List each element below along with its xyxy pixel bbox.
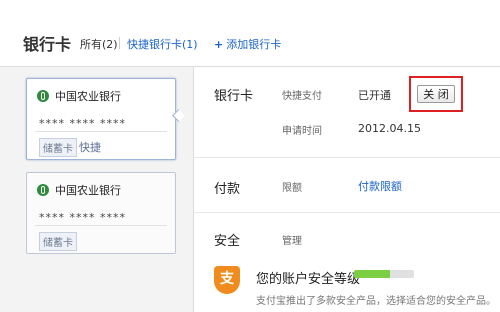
quick-pay-status: 已开通 xyxy=(358,89,391,102)
quick-pay-badge: 快捷 xyxy=(79,141,101,154)
bank-card-item[interactable]: 中国农业银行 **** **** **** 储蓄卡 快捷 xyxy=(26,78,176,160)
security-level-description: 支付宝推出了多款安全产品，选择适合您的安全产品。 xyxy=(256,296,496,307)
card-number: **** **** **** xyxy=(39,117,126,130)
plus-icon: + xyxy=(214,38,224,51)
header-bar: 银行卡 所有(2) 快捷银行卡(1) + 添加银行卡 xyxy=(0,0,500,67)
bank-logo-icon xyxy=(37,90,49,102)
security-level-row: 支 您的账户安全等级 支付宝推出了多款安全产品，选择适合您的安全产品。 xyxy=(214,264,496,312)
bank-header: 中国农业银行 xyxy=(37,88,121,104)
apply-time-label: 申请时间 xyxy=(282,126,322,137)
bank-name: 中国农业银行 xyxy=(55,184,121,197)
tab-divider xyxy=(119,37,120,49)
section-divider xyxy=(194,212,500,213)
card-details-panel: 银行卡 快捷支付 已开通 关 闭 申请时间 2012.04.15 付款 限额 付… xyxy=(193,67,500,312)
page-title: 银行卡 xyxy=(23,35,72,54)
security-level-fill xyxy=(354,270,390,278)
bank-header: 中国农业银行 xyxy=(37,182,121,198)
manage-label: 管理 xyxy=(282,236,302,247)
card-divider xyxy=(35,225,167,226)
add-bank-card-link[interactable]: + 添加银行卡 xyxy=(214,36,281,52)
tab-all-cards[interactable]: 所有(2) xyxy=(80,36,118,52)
card-divider xyxy=(35,131,167,132)
security-level-title: 您的账户安全等级 xyxy=(256,272,361,287)
card-number: **** **** **** xyxy=(39,211,126,224)
close-button-highlight: 关 闭 xyxy=(409,76,463,112)
card-type-badge: 储蓄卡 xyxy=(39,138,77,157)
limit-label: 限额 xyxy=(282,183,302,194)
bank-card-item[interactable]: 中国农业银行 **** **** **** 储蓄卡 xyxy=(26,172,176,254)
security-shield-icon: 支 xyxy=(214,266,240,294)
security-level-bar xyxy=(354,270,414,278)
section-title-security: 安全 xyxy=(214,234,241,249)
payment-limit-link[interactable]: 付款限额 xyxy=(358,178,402,194)
quick-pay-label: 快捷支付 xyxy=(282,91,322,102)
tab-quick-cards[interactable]: 快捷银行卡(1) xyxy=(127,36,198,52)
section-title-payment: 付款 xyxy=(214,182,241,197)
bank-name: 中国农业银行 xyxy=(55,90,121,103)
section-title-bank-card: 银行卡 xyxy=(214,89,254,104)
bank-logo-icon xyxy=(37,184,49,196)
apply-time-value: 2012.04.15 xyxy=(358,122,421,135)
close-quick-pay-button[interactable]: 关 闭 xyxy=(417,85,455,103)
section-divider xyxy=(194,157,500,158)
add-bank-card-label: 添加银行卡 xyxy=(226,38,282,51)
card-type-badge: 储蓄卡 xyxy=(39,232,77,251)
